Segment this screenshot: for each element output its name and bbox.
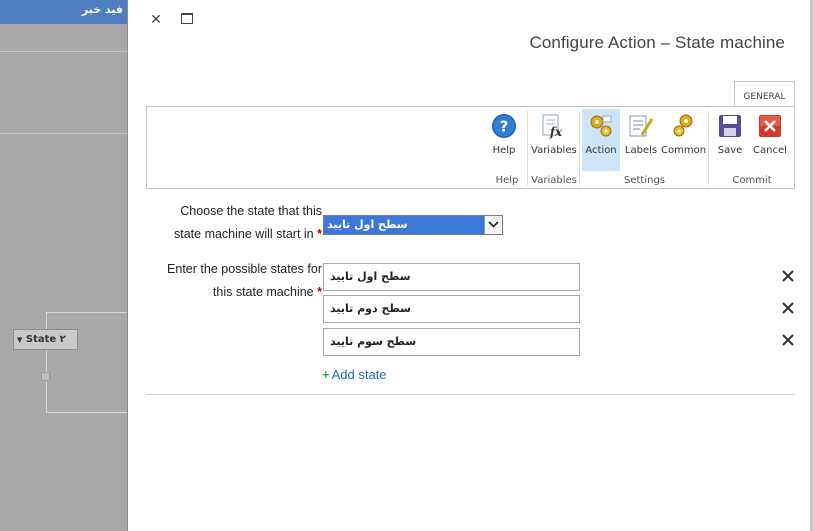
add-state-label: Add state	[331, 367, 387, 382]
cancel-button-label: Cancel	[753, 145, 787, 156]
variables-icon: fx	[542, 114, 563, 139]
state-input-2[interactable]: سطح دوم تایید	[323, 295, 580, 323]
ribbon-separator	[579, 111, 580, 185]
close-icon: ✕	[150, 12, 162, 28]
start-state-select[interactable]: سطح اول تایید	[323, 215, 503, 235]
ribbon-separator	[527, 111, 528, 185]
ribbon-group-variables: Variables	[531, 175, 577, 186]
common-button[interactable]: Common	[661, 109, 707, 171]
configure-action-dialog: ✕ Configure Action – State machine GENER…	[127, 0, 810, 531]
background-divider	[0, 133, 127, 134]
remove-state-1-button[interactable]	[780, 268, 796, 284]
save-button-label: Save	[717, 145, 743, 156]
workflow-state-node[interactable]: ▼ State ۲	[13, 329, 78, 350]
remove-state-2-button[interactable]	[780, 300, 796, 316]
required-asterisk: *	[317, 285, 322, 299]
state-input-3[interactable]: سطح سوم تایید	[323, 328, 580, 356]
workflow-connector	[46, 412, 127, 413]
action-gears-icon	[590, 115, 612, 137]
variables-button-label: Variables	[531, 145, 577, 156]
connector-handle[interactable]	[41, 372, 50, 381]
action-button[interactable]: Action	[582, 109, 620, 171]
save-floppy-icon	[719, 115, 741, 137]
labels-button-label: Labels	[624, 145, 658, 156]
chevron-down-icon[interactable]	[484, 216, 502, 234]
required-asterisk: *	[317, 227, 322, 241]
remove-x-icon	[782, 270, 794, 282]
help-icon: ?	[492, 114, 516, 138]
start-state-label-line1: Choose the state that this	[180, 204, 322, 218]
workflow-state-label: State ۲	[25, 334, 66, 345]
remove-x-icon	[782, 302, 794, 314]
remove-x-icon	[782, 334, 794, 346]
svg-text:fx: fx	[549, 125, 563, 139]
background-divider	[0, 51, 127, 52]
possible-states-label-line1: Enter the possible states for	[167, 262, 322, 276]
ribbon-group-help: Help	[495, 175, 519, 186]
ribbon: ? Help fx Variables Action Labels Common…	[146, 106, 795, 189]
common-gears-icon	[673, 114, 693, 137]
svg-text:?: ?	[500, 118, 509, 136]
workflow-connector	[46, 312, 127, 313]
action-button-label: Action	[585, 145, 617, 156]
caret-down-icon: ▼	[17, 336, 23, 344]
remove-state-3-button[interactable]	[780, 332, 796, 348]
variables-button[interactable]: fx Variables	[531, 109, 577, 171]
background-header-bar: فید خبر	[0, 0, 127, 24]
ribbon-separator	[708, 111, 709, 185]
add-state-link[interactable]: + Add state	[322, 366, 387, 384]
background-header-text: فید خبر	[81, 3, 123, 16]
cancel-icon	[759, 115, 781, 137]
save-button[interactable]: Save	[712, 109, 748, 171]
labels-button[interactable]: Labels	[623, 109, 659, 171]
cancel-button[interactable]: Cancel	[751, 109, 789, 171]
help-button[interactable]: ? Help	[487, 109, 521, 171]
start-state-select-value: سطح اول تایید	[327, 218, 408, 231]
workflow-connector	[46, 350, 47, 412]
start-state-label-line2: state machine will start in	[174, 227, 314, 241]
maximize-button[interactable]	[179, 12, 195, 28]
labels-icon	[629, 115, 654, 137]
plus-icon: +	[322, 367, 330, 382]
possible-states-label: Enter the possible states for this state…	[167, 258, 322, 304]
form-divider	[146, 394, 795, 395]
dialog-title: Configure Action – State machine	[529, 33, 785, 52]
common-button-label: Common	[661, 145, 707, 156]
state-input-1[interactable]: سطح اول تایید	[323, 263, 580, 291]
ribbon-group-commit: Commit	[732, 175, 772, 186]
workflow-connector	[46, 312, 47, 329]
close-button[interactable]: ✕	[148, 12, 164, 28]
maximize-icon	[181, 13, 193, 24]
start-state-label: Choose the state that this state machine…	[174, 200, 322, 246]
ribbon-group-settings: Settings	[623, 175, 665, 186]
possible-states-label-line2: this state machine	[212, 285, 314, 299]
help-button-label: Help	[492, 145, 516, 156]
tab-general[interactable]: GENERAL	[734, 81, 795, 107]
